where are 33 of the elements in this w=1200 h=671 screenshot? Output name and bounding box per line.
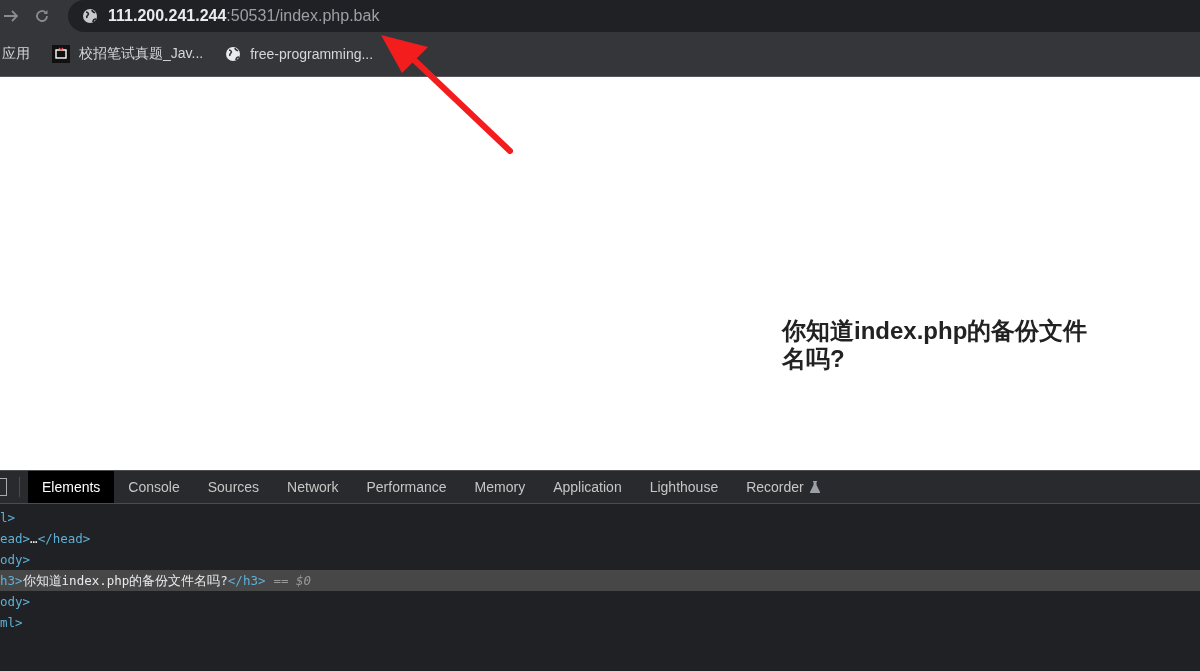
- forward-icon[interactable]: [2, 9, 20, 23]
- url-path: :50531/index.php.bak: [226, 7, 380, 25]
- devtools-tab[interactable]: Performance: [352, 471, 461, 503]
- html-tag: l>: [0, 510, 16, 525]
- devtools-tab[interactable]: Lighthouse: [635, 471, 733, 503]
- devtools-tab[interactable]: Sources: [193, 471, 274, 503]
- element-text: 你知道index.php的备份文件名吗?: [22, 573, 228, 588]
- devtools-tab[interactable]: Console: [114, 471, 194, 503]
- devtools-tab[interactable]: Memory: [460, 471, 540, 503]
- reload-icon[interactable]: [34, 8, 50, 24]
- page-heading: 你知道index.php的备份文件名吗?: [782, 317, 1089, 373]
- devtools-tab[interactable]: Recorder: [732, 471, 834, 503]
- bookmark-link[interactable]: 应用: [2, 45, 30, 63]
- html-tag: ead>: [0, 531, 31, 546]
- element-text: …: [30, 531, 38, 546]
- globe-icon: [82, 8, 98, 24]
- inspect-icon[interactable]: [0, 478, 7, 496]
- url-host: 111.200.241.244: [108, 7, 227, 25]
- html-tag: ody>: [0, 594, 31, 609]
- app-icon: [52, 45, 70, 63]
- globe-icon: [225, 46, 242, 62]
- html-tag: h3>: [0, 573, 23, 588]
- devtools-tab[interactable]: Network: [273, 471, 353, 503]
- bookmark-link[interactable]: free-programming...: [250, 46, 374, 62]
- html-tag: </head>: [37, 531, 91, 546]
- address-bar[interactable]: 111.200.241.244:50531/index.php.bak: [68, 0, 1200, 32]
- html-tag: </h3>: [227, 573, 266, 588]
- devtools-tab[interactable]: Application: [539, 471, 636, 503]
- devtools-tab[interactable]: Elements: [28, 471, 115, 503]
- html-tag: ml>: [0, 615, 23, 630]
- selected-marker: == $0: [273, 573, 312, 588]
- html-tag: ody>: [0, 552, 31, 567]
- bookmark-link[interactable]: 校招笔试真题_Jav...: [79, 45, 204, 63]
